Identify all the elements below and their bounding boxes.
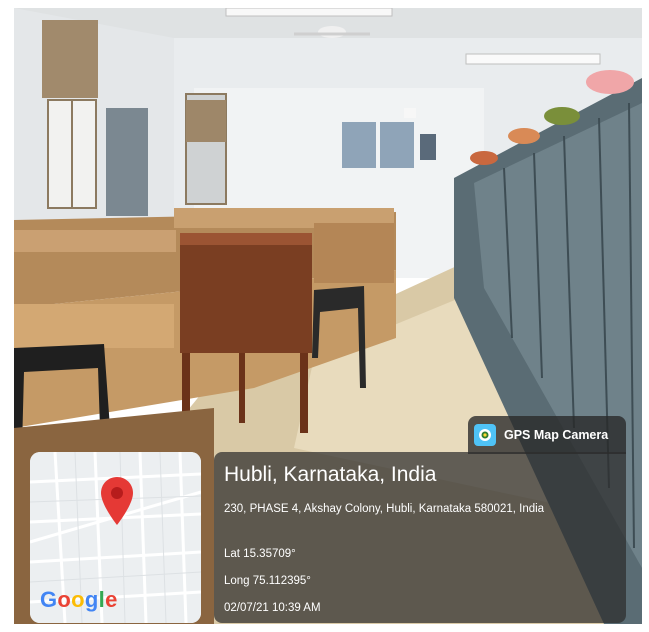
gps-camera-app-icon [474,424,496,446]
map-pin-icon [101,477,133,525]
app-badge: GPS Map Camera [468,416,626,454]
app-name: GPS Map Camera [504,428,609,442]
location-title: Hubli, Karnataka, India [224,463,437,486]
photo: Google GPS Map Camera Hubli, Karnataka, … [14,8,642,624]
latitude-text: Lat 15.35709° [224,548,296,560]
map-thumbnail: Google [30,452,201,623]
timestamp-text: 02/07/21 10:39 AM [224,602,321,614]
google-logo: Google [40,587,118,612]
location-info-panel: Hubli, Karnataka, India 230, PHASE 4, Ak… [214,452,626,623]
address-text: 230, PHASE 4, Akshay Colony, Hubli, Karn… [224,503,545,515]
longitude-text: Long 75.112395° [224,575,311,587]
